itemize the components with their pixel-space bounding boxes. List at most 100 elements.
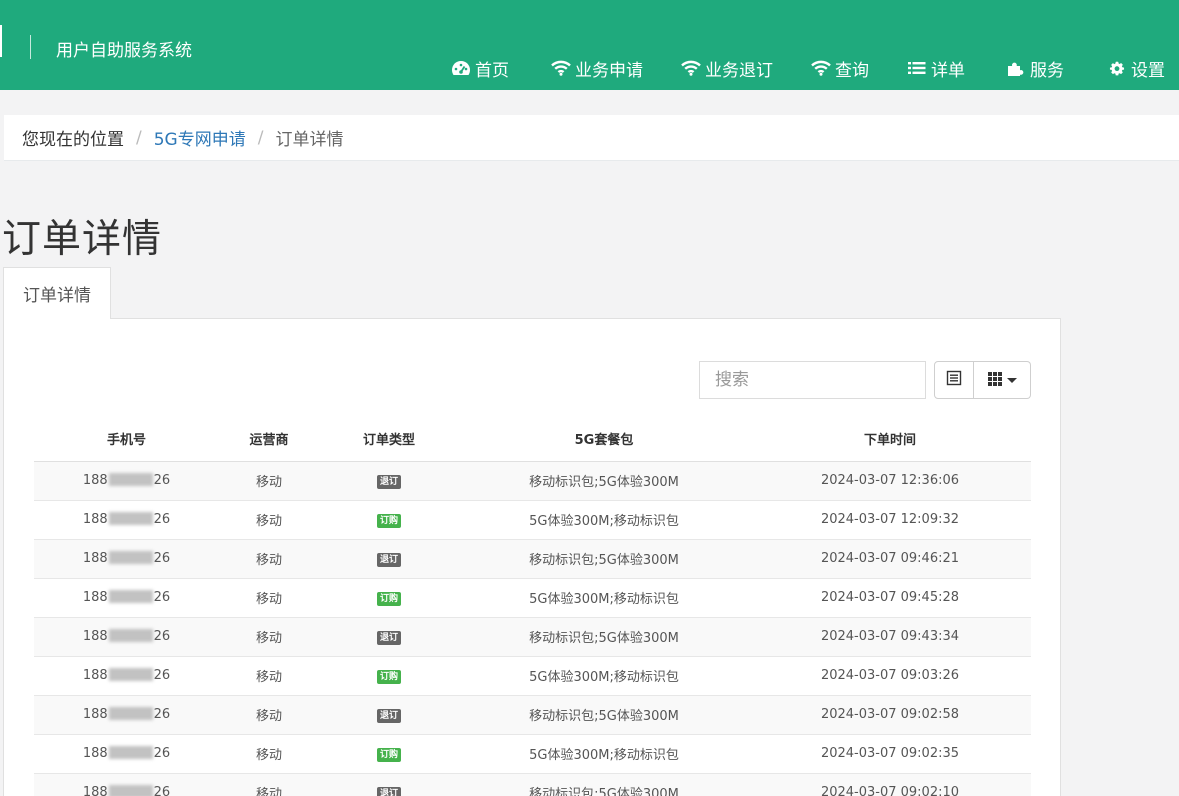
order-type-badge: 退订 <box>376 552 401 567</box>
nav-query-label: 查询 <box>835 60 869 81</box>
cell-order-time: 2024-03-07 09:03:26 <box>749 656 1031 696</box>
breadcrumb-link-5g-apply[interactable]: 5G专网申请 <box>154 125 246 150</box>
nav-settings[interactable]: 设置 <box>1107 55 1165 81</box>
cell-order-type: 退订 <box>319 539 459 579</box>
phone-prefix: 188 <box>82 512 108 527</box>
cell-order-time: 2024-03-07 09:45:28 <box>749 578 1031 618</box>
cell-phone: 188 26 <box>34 617 219 657</box>
cell-phone: 188 26 <box>34 578 219 618</box>
order-type-badge: 订购 <box>376 669 401 684</box>
cell-carrier: 移动 <box>219 617 319 657</box>
table-body: 188 26 移动 退订 移动标识包;5G体验300M 2024-03-07 12:36:… <box>34 461 1031 796</box>
breadcrumb-separator: / <box>257 127 264 148</box>
search-input[interactable] <box>699 361 926 399</box>
nav-query[interactable]: 查询 <box>811 55 869 81</box>
cell-order-time: 2024-03-07 09:43:34 <box>749 617 1031 657</box>
column-header-carrier[interactable]: 运营商 <box>219 417 319 462</box>
nav-service-label: 服务 <box>1030 60 1064 81</box>
wifi-icon <box>811 60 831 76</box>
order-type-badge: 退订 <box>376 474 401 489</box>
tab-order-detail[interactable]: 订单详情 <box>3 267 111 319</box>
wifi-icon <box>681 60 701 76</box>
cell-package: 移动标识包;5G体验300M <box>459 773 749 796</box>
table-row[interactable]: 188 26 移动 订购 5G体验300M;移动标识包 2024-03-07 12:09:… <box>34 500 1031 540</box>
cell-carrier: 移动 <box>219 461 319 501</box>
cell-phone: 188 26 <box>34 461 219 501</box>
nav-business-unsubscribe[interactable]: 业务退订 <box>681 55 773 81</box>
cell-carrier: 移动 <box>219 695 319 735</box>
nav-settings-label: 设置 <box>1131 60 1165 81</box>
breadcrumb-current-page: 订单详情 <box>275 130 344 150</box>
cell-package: 移动标识包;5G体验300M <box>459 695 749 735</box>
phone-prefix: 188 <box>82 629 108 644</box>
table-row[interactable]: 188 26 移动 退订 移动标识包;5G体验300M 2024-03-07 09:02:… <box>34 695 1031 735</box>
phone-prefix: 188 <box>82 590 108 605</box>
cell-phone: 188 26 <box>34 500 219 540</box>
order-panel: 手机号 运营商 订单类型 5G套餐包 下单时间 18826移动退订移动标识包;5… <box>3 318 1061 796</box>
column-header-order-type[interactable]: 订单类型 <box>319 417 459 462</box>
nav-service[interactable]: 服务 <box>1006 55 1064 81</box>
table-row[interactable]: 188 26 移动 退订 移动标识包;5G体验300M 2024-03-07 12:36:… <box>34 461 1031 501</box>
cell-order-time: 2024-03-07 09:02:35 <box>749 734 1031 774</box>
cell-order-type: 订购 <box>319 656 459 696</box>
order-table: 手机号 运营商 订单类型 5G套餐包 下单时间 188 26 移动 退订 移动标识包;5… <box>34 417 1031 796</box>
wifi-icon <box>551 60 571 76</box>
phone-redaction <box>108 629 153 642</box>
table-header-row: 手机号 运营商 订单类型 5G套餐包 下单时间 <box>34 417 1031 462</box>
cell-phone: 188 26 <box>34 656 219 696</box>
cell-order-type: 退订 <box>319 617 459 657</box>
column-header-phone[interactable]: 手机号 <box>34 417 219 462</box>
phone-prefix: 188 <box>82 707 108 722</box>
order-type-badge: 退订 <box>376 786 401 796</box>
nav-detail[interactable]: 详单 <box>907 55 965 81</box>
toggle-view-button[interactable] <box>934 361 974 399</box>
cell-carrier: 移动 <box>219 578 319 618</box>
phone-prefix: 188 <box>82 551 108 566</box>
cell-order-type: 退订 <box>319 461 459 501</box>
table-row[interactable]: 188 26 移动 订购 5G体验300M;移动标识包 2024-03-07 09:45:… <box>34 578 1031 618</box>
nav-home[interactable]: 首页 <box>451 55 509 81</box>
phone-suffix: 26 <box>153 551 171 566</box>
cell-package: 5G体验300M;移动标识包 <box>459 734 749 774</box>
table-row[interactable]: 188 26 移动 订购 5G体验300M;移动标识包 2024-03-07 09:02:… <box>34 734 1031 774</box>
order-type-badge: 订购 <box>376 747 401 762</box>
columns-dropdown-button[interactable] <box>974 361 1031 399</box>
cell-phone: 188 26 <box>34 695 219 735</box>
cell-carrier: 移动 <box>219 500 319 540</box>
nav-business-apply[interactable]: 业务申请 <box>551 55 643 81</box>
cell-phone: 188 26 <box>34 539 219 579</box>
phone-suffix: 26 <box>153 785 171 796</box>
table-row[interactable]: 188 26 移动 退订 移动标识包;5G体验300M 2024-03-07 09:43:… <box>34 617 1031 657</box>
cell-package: 移动标识包;5G体验300M <box>459 539 749 579</box>
phone-redaction <box>108 590 153 603</box>
breadcrumb-separator: / <box>136 127 142 148</box>
table-row[interactable]: 188 26 移动 退订 移动标识包;5G体验300M 2024-03-07 09:46:… <box>34 539 1031 579</box>
phone-suffix: 26 <box>153 668 171 683</box>
table-toolbar <box>934 361 1031 399</box>
cell-order-time: 2024-03-07 09:02:10 <box>749 773 1031 796</box>
table-row[interactable]: 188 26 移动 订购 5G体验300M;移动标识包 2024-03-07 09:03:… <box>34 656 1031 696</box>
phone-suffix: 26 <box>153 590 171 605</box>
phone-redaction <box>108 785 153 796</box>
phone-redaction <box>108 473 153 486</box>
phone-redaction <box>108 512 153 525</box>
table-row[interactable]: 188 26 移动 退订 移动标识包;5G体验300M 2024-03-07 09:02:… <box>34 773 1031 796</box>
cell-package: 移动标识包;5G体验300M <box>459 617 749 657</box>
cell-order-type: 退订 <box>319 773 459 796</box>
cell-carrier: 移动 <box>219 539 319 579</box>
breadcrumb-current-location: 您现在的位置 <box>22 130 124 150</box>
phone-redaction <box>108 746 153 759</box>
column-header-package[interactable]: 5G套餐包 <box>459 417 749 462</box>
column-header-order-time[interactable]: 下单时间 <box>749 417 1031 462</box>
cell-carrier: 移动 <box>219 734 319 774</box>
top-navbar: 用户自助服务系统 首页 业务申请 业务退订 查询 详单 服务 设置 <box>0 0 1179 90</box>
cell-package: 5G体验300M;移动标识包 <box>459 500 749 540</box>
puzzle-icon <box>1006 60 1026 76</box>
cell-carrier: 移动 <box>219 656 319 696</box>
phone-prefix: 188 <box>82 785 108 796</box>
phone-suffix: 26 <box>153 746 171 761</box>
grid-columns-icon <box>987 371 1002 390</box>
breadcrumb: 您现在的位置 / 5G专网申请 / 订单详情 <box>4 115 1179 161</box>
phone-redaction <box>108 551 153 564</box>
cell-order-time: 2024-03-07 09:02:58 <box>749 695 1031 735</box>
